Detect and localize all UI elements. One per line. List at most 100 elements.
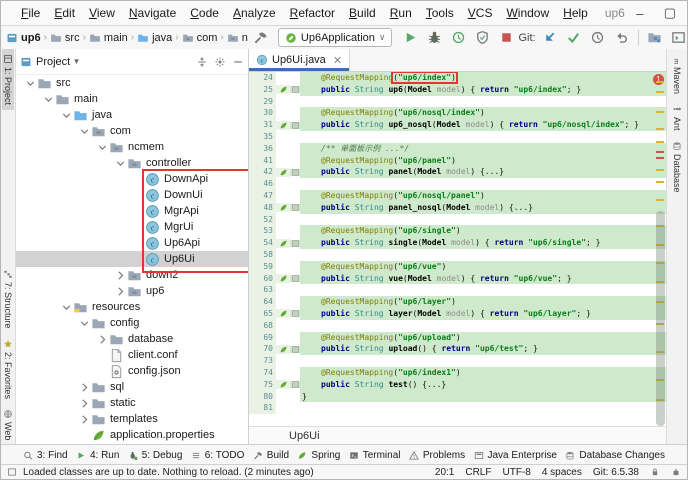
menu-help[interactable]: Help	[556, 1, 595, 25]
tree-item-down2[interactable]: down2	[16, 267, 248, 283]
tree-item-application.properties[interactable]: application.properties	[16, 427, 248, 443]
code-editor[interactable]: 24 @RequestMapping("up6/index") 25 public S…	[249, 72, 666, 426]
tree-item-up6api[interactable]: c Up6Api	[16, 235, 248, 251]
spring-mapping-gutter-icon[interactable]	[276, 203, 290, 213]
chevron-down-icon[interactable]	[78, 317, 91, 330]
spring-mapping-gutter-icon[interactable]	[276, 167, 290, 177]
encoding[interactable]: UTF-8	[502, 467, 530, 478]
undo-icon[interactable]	[614, 30, 630, 46]
toolwindow-button-5-debug[interactable]: 5: Debug	[128, 450, 182, 461]
tree-item-src[interactable]: src	[16, 75, 248, 91]
chevron-down-icon[interactable]	[24, 77, 37, 90]
console-run-icon[interactable]	[671, 30, 687, 46]
tree-item-config.json[interactable]: config.json	[16, 363, 248, 379]
chevron-down-icon[interactable]	[96, 141, 109, 154]
toolwindow-button-spring[interactable]: Spring	[297, 450, 340, 461]
toolwindow-button-build[interactable]: Build	[253, 450, 289, 461]
chevron-right-icon[interactable]	[78, 413, 91, 426]
stop-icon[interactable]	[498, 30, 514, 46]
editor-scrollbar-thumb[interactable]	[656, 211, 665, 426]
menu-build[interactable]: Build	[342, 1, 383, 25]
update-icon[interactable]	[542, 30, 558, 46]
breadcrumb-src[interactable]: src	[49, 32, 81, 44]
tree-item-config[interactable]: config	[16, 315, 248, 331]
breadcrumb-up6[interactable]: up6	[5, 32, 42, 44]
clock-icon[interactable]	[590, 30, 606, 46]
tree-item-sql[interactable]: sql	[16, 379, 248, 395]
breadcrumb-main[interactable]: main	[88, 32, 129, 44]
menu-window[interactable]: Window	[499, 1, 556, 25]
chevron-down-icon[interactable]	[42, 93, 55, 106]
spring-mapping-gutter-icon[interactable]	[276, 238, 290, 248]
tree-item-mgrui[interactable]: c MgrUi	[16, 219, 248, 235]
chevron-right-icon[interactable]	[114, 269, 127, 282]
tree-item-static[interactable]: static	[16, 395, 248, 411]
spring-mapping-gutter-icon[interactable]	[276, 120, 290, 130]
spring-mapping-gutter-icon[interactable]	[276, 344, 290, 354]
chevron-down-icon[interactable]: ▾	[74, 56, 79, 67]
window-minimize-button[interactable]: –	[625, 1, 655, 25]
play-icon[interactable]	[402, 30, 418, 46]
tree-item-resources[interactable]: resources	[16, 299, 248, 315]
git-branch[interactable]: Git: 6.5.38	[593, 467, 639, 478]
toolwindow-button-java-enterprise[interactable]: Java Enterprise	[474, 450, 557, 461]
menu-vcs[interactable]: VCS	[461, 1, 500, 25]
toolwindow-toggle-icon[interactable]	[7, 467, 17, 477]
menu-tools[interactable]: Tools	[419, 1, 461, 25]
menu-view[interactable]: View	[82, 1, 122, 25]
indent-setting[interactable]: 4 spaces	[542, 467, 582, 478]
tree-item-database[interactable]: database	[16, 331, 248, 347]
chevron-down-icon[interactable]	[60, 301, 73, 314]
breadcrumb-class[interactable]: Up6Ui	[289, 430, 320, 442]
stripe-tab-2-favorites[interactable]: 2: Favorites	[2, 334, 14, 404]
tree-item-downapi[interactable]: c DownApi	[16, 171, 248, 187]
tree-item-downui[interactable]: c DownUi	[16, 187, 248, 203]
stripe-tab-maven[interactable]: m Maven	[671, 49, 683, 99]
check-icon[interactable]	[566, 30, 582, 46]
tree-item-templates[interactable]: templates	[16, 411, 248, 427]
breadcrumb-java[interactable]: java	[136, 32, 173, 44]
chevron-right-icon[interactable]	[96, 333, 109, 346]
highlighting-level-icon[interactable]	[671, 467, 681, 477]
collapse-all-icon[interactable]	[196, 56, 208, 68]
hide-panel-icon[interactable]	[232, 56, 244, 68]
project-panel-title[interactable]: Project	[36, 56, 70, 68]
bug-icon[interactable]	[426, 30, 442, 46]
lock-icon[interactable]	[650, 467, 660, 477]
chevron-down-icon[interactable]	[78, 125, 91, 138]
toolwindow-button-terminal[interactable]: Terminal	[349, 450, 401, 461]
stripe-tab-web[interactable]: Web	[2, 404, 14, 445]
chevron-right-icon[interactable]	[78, 381, 91, 394]
fold-marker[interactable]	[290, 274, 300, 282]
line-ending[interactable]: CRLF	[465, 467, 491, 478]
chevron-right-icon[interactable]	[114, 285, 127, 298]
menu-edit[interactable]: Edit	[47, 1, 82, 25]
close-icon[interactable]: ✕	[333, 54, 342, 67]
menu-navigate[interactable]: Navigate	[122, 1, 183, 25]
fold-marker[interactable]	[290, 310, 300, 318]
stripe-tab-7-structure[interactable]: 7: Structure	[2, 264, 14, 334]
gear-icon[interactable]	[214, 56, 226, 68]
fold-marker[interactable]	[290, 204, 300, 212]
stripe-tab-database[interactable]: Database	[671, 136, 683, 198]
spring-mapping-gutter-icon[interactable]	[276, 85, 290, 95]
tree-item-ncmem[interactable]: ncmem	[16, 139, 248, 155]
profile-icon[interactable]	[450, 30, 466, 46]
tree-item-main[interactable]: main	[16, 91, 248, 107]
run-configuration-select[interactable]: Up6Application ∨	[277, 28, 393, 47]
menu-run[interactable]: Run	[383, 1, 419, 25]
tree-item-controller[interactable]: controller	[16, 155, 248, 171]
menu-refactor[interactable]: Refactor	[283, 1, 342, 25]
menu-analyze[interactable]: Analyze	[226, 1, 283, 25]
tree-item-client.conf[interactable]: client.conf	[16, 347, 248, 363]
fold-marker[interactable]	[290, 86, 300, 94]
toolwindow-button-6-todo[interactable]: 6: TODO	[191, 450, 244, 461]
menu-code[interactable]: Code	[183, 1, 226, 25]
chevron-down-icon[interactable]	[114, 157, 127, 170]
fold-marker[interactable]	[290, 381, 300, 389]
fold-marker[interactable]	[290, 121, 300, 129]
tree-item-up6ui[interactable]: c Up6Ui	[16, 251, 248, 267]
stripe-tab-ant[interactable]: Ant	[671, 99, 683, 136]
coverage-icon[interactable]	[474, 30, 490, 46]
toolwindow-button-problems[interactable]: Problems	[408, 450, 465, 461]
